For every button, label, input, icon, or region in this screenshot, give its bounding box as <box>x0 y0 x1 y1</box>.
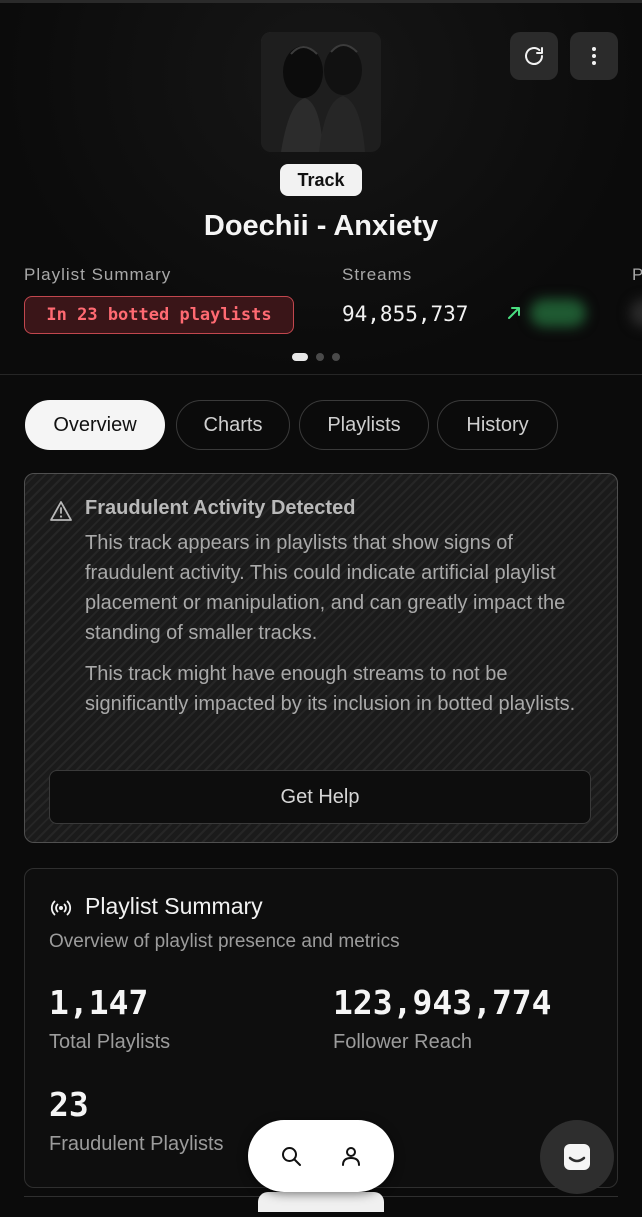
carousel-dot-active[interactable] <box>292 353 308 361</box>
type-badge: Track <box>280 164 362 196</box>
botted-playlists-badge[interactable]: In 23 botted playlists <box>24 296 294 334</box>
tab-charts[interactable]: Charts <box>176 400 290 450</box>
card-subtitle: Overview of playlist presence and metric… <box>49 931 400 952</box>
more-vertical-icon <box>592 47 596 65</box>
refresh-button[interactable] <box>510 32 558 80</box>
chat-icon <box>564 1144 590 1170</box>
more-options-button[interactable] <box>570 32 618 80</box>
total-playlists-value: 1,147 <box>49 983 149 1022</box>
refresh-icon <box>525 47 543 65</box>
search-icon[interactable] <box>280 1145 302 1167</box>
track-header: Track Doechii - Anxiety Playlist Summary… <box>0 3 642 375</box>
total-playlists-label: Total Playlists <box>49 1031 171 1053</box>
alert-body: This track appears in playlists that sho… <box>85 532 566 644</box>
secondary-floating-bar <box>258 1192 384 1212</box>
chat-button[interactable] <box>540 1120 614 1194</box>
streams-value: 94,855,737 <box>342 302 469 326</box>
fraudulent-playlists-value: 23 <box>49 1085 89 1124</box>
track-title: Doechii - Anxiety <box>203 210 439 242</box>
streams-change-blurred <box>530 299 586 327</box>
tab-overview[interactable]: Overview <box>25 400 165 450</box>
follower-reach-label: Follower Reach <box>333 1031 472 1053</box>
tab-history[interactable]: History <box>437 400 558 450</box>
carousel-dot[interactable] <box>332 353 340 361</box>
album-cover-image <box>261 32 381 152</box>
broadcast-icon <box>50 900 72 916</box>
stat-label-streams: Streams <box>342 265 413 284</box>
alert-note: This track might have enough streams to … <box>85 663 576 715</box>
alert-title: Fraudulent Activity Detected <box>85 497 356 519</box>
carousel-indicator[interactable] <box>292 353 340 361</box>
follower-reach-value: 123,943,774 <box>333 983 552 1022</box>
card-title: Playlist Summary <box>85 893 263 919</box>
fraud-alert: Fraudulent Activity Detected This track … <box>24 473 618 843</box>
warning-icon <box>50 501 72 521</box>
fraudulent-playlists-label: Fraudulent Playlists <box>49 1133 224 1155</box>
floating-nav <box>248 1120 394 1192</box>
carousel-dot[interactable] <box>316 353 324 361</box>
user-icon[interactable] <box>340 1145 362 1167</box>
stat-label-truncated: P <box>632 265 642 284</box>
trend-up-icon <box>508 307 520 319</box>
tab-playlists[interactable]: Playlists <box>299 400 429 450</box>
get-help-button[interactable]: Get Help <box>49 770 591 824</box>
stat-value-blurred <box>630 299 642 327</box>
header-divider <box>0 374 642 375</box>
stat-label-playlist-summary: Playlist Summary <box>24 265 172 284</box>
